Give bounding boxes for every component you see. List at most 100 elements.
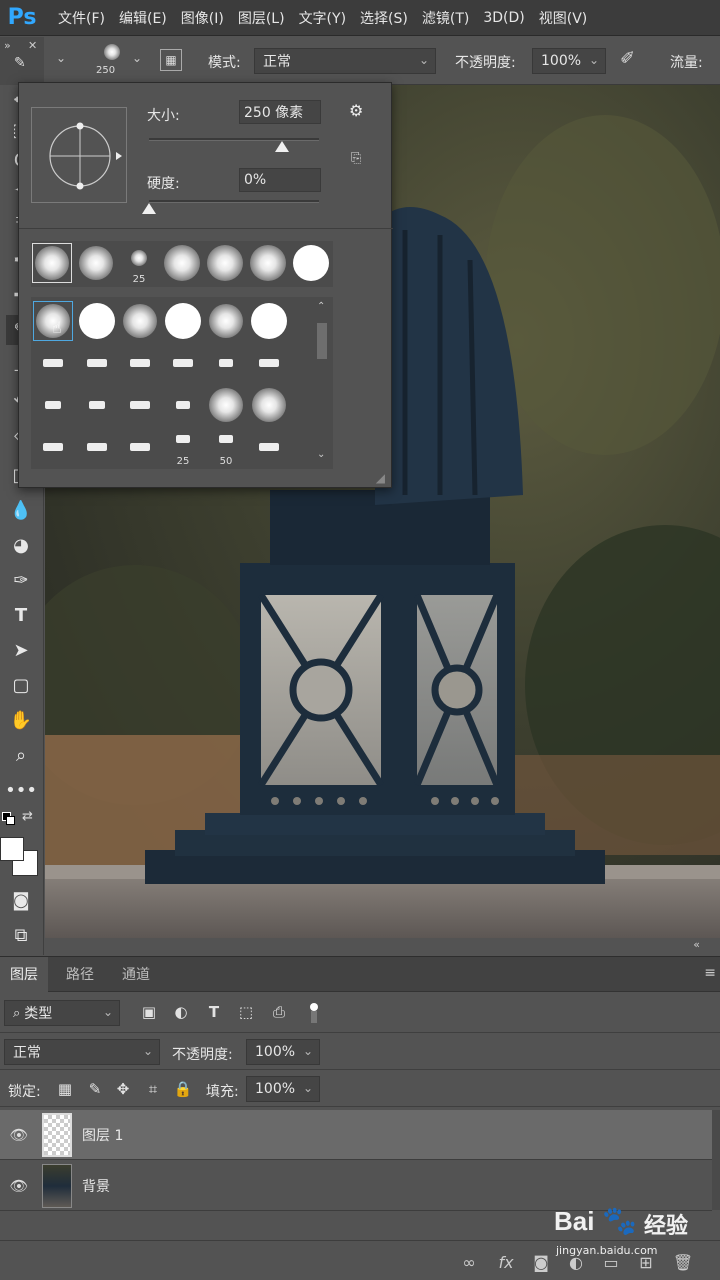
size-slider-thumb[interactable] xyxy=(274,141,289,152)
menu-3d[interactable]: 3D(D) xyxy=(483,10,524,26)
swap-colors-icon[interactable]: ⇄ xyxy=(22,809,33,824)
new-preset-icon[interactable]: ⎘ xyxy=(351,151,361,166)
type-tool-icon[interactable]: T xyxy=(6,600,36,630)
canvas-scrollbar[interactable]: « xyxy=(45,938,720,956)
menu-filter[interactable]: 滤镜(T) xyxy=(422,8,469,28)
brush-special-8[interactable] xyxy=(77,385,117,425)
path-select-tool-icon[interactable]: ➤ xyxy=(6,635,36,665)
blur-tool-icon[interactable]: 💧 xyxy=(6,495,36,525)
hardness-field[interactable]: 0% xyxy=(239,168,321,192)
mode-select[interactable]: 正常 ⌄ xyxy=(254,48,436,74)
screen-mode-icon[interactable]: ⧉ xyxy=(6,920,36,950)
quick-mask-icon[interactable]: ◙ xyxy=(6,885,36,915)
recent-brush-1[interactable] xyxy=(32,243,72,283)
filter-toggle[interactable] xyxy=(308,1003,320,1025)
brush-preset-picker[interactable]: 250 xyxy=(92,41,132,81)
layer-row-layer1[interactable]: 👁 图层 1 xyxy=(0,1110,712,1160)
dodge-tool-icon[interactable]: ◕ xyxy=(6,530,36,560)
brush-special-5[interactable] xyxy=(206,343,246,383)
menu-select[interactable]: 选择(S) xyxy=(360,8,408,28)
recent-brush-7[interactable] xyxy=(291,243,331,283)
pixel-filter-icon[interactable]: ▣ xyxy=(138,1001,160,1023)
brush-soft-round-4[interactable] xyxy=(206,385,246,425)
foreground-color-swatch[interactable] xyxy=(0,837,24,861)
fx-icon[interactable]: fx xyxy=(495,1251,517,1273)
brush-preset-chevron-icon[interactable]: ⌄ xyxy=(132,51,142,65)
scroll-up-icon[interactable]: ⌃ xyxy=(317,301,325,312)
collapse-arrows-icon[interactable]: » xyxy=(4,39,11,52)
menu-layer[interactable]: 图层(L) xyxy=(238,8,285,28)
add-mask-icon[interactable]: ◙ xyxy=(530,1251,552,1273)
recent-brush-6[interactable] xyxy=(248,243,288,283)
recent-brush-5[interactable] xyxy=(205,243,245,283)
brush-hard-round-1[interactable] xyxy=(77,301,117,341)
layer-name[interactable]: 图层 1 xyxy=(82,1125,123,1145)
hardness-slider-thumb[interactable] xyxy=(142,203,156,214)
collapse-panels-icon[interactable]: « xyxy=(693,938,700,951)
scroll-thumb[interactable] xyxy=(317,323,327,359)
link-layers-icon[interactable]: ∞ xyxy=(458,1251,480,1273)
tab-layers[interactable]: 图层 xyxy=(0,957,48,993)
adjustment-filter-icon[interactable]: ◐ xyxy=(170,1001,192,1023)
close-icon[interactable]: ✕ xyxy=(28,39,37,52)
brush-special-1[interactable] xyxy=(33,343,73,383)
default-colors-icon[interactable] xyxy=(2,812,16,826)
brush-special-11[interactable] xyxy=(33,427,73,467)
blend-mode-select[interactable]: 正常 ⌄ xyxy=(4,1039,160,1065)
menu-file[interactable]: 文件(F) xyxy=(58,8,105,28)
brush-hard-round-2[interactable] xyxy=(163,301,203,341)
layer-name[interactable]: 背景 xyxy=(82,1176,110,1196)
brush-tip-preview[interactable] xyxy=(31,107,127,203)
brush-special-16[interactable] xyxy=(249,427,289,467)
hand-tool-icon[interactable]: ✋ xyxy=(6,705,36,735)
smart-object-filter-icon[interactable]: ⎙ xyxy=(268,1001,290,1023)
brush-soft-round-selected[interactable]: ☝ xyxy=(33,301,73,341)
pressure-opacity-icon[interactable]: ✐ xyxy=(620,48,635,69)
recent-brush-3[interactable]: 25 xyxy=(119,243,159,285)
eye-icon[interactable]: 👁 xyxy=(9,1125,29,1145)
options-collapse[interactable]: » ✕ ✎ xyxy=(0,37,44,85)
brush-special-3[interactable] xyxy=(120,343,160,383)
panel-menu-icon[interactable]: ≡ xyxy=(704,965,716,981)
brush-special-2[interactable] xyxy=(77,343,117,383)
brush-angle-dial-icon[interactable] xyxy=(32,108,128,204)
shape-tool-icon[interactable]: ▢ xyxy=(6,670,36,700)
layers-scrollbar[interactable] xyxy=(712,1110,720,1210)
brush-soft-round-3[interactable] xyxy=(206,301,246,341)
recent-brush-2[interactable] xyxy=(76,243,116,283)
eye-icon[interactable]: 👁 xyxy=(9,1176,29,1196)
opacity-field[interactable]: 100% ⌄ xyxy=(532,48,606,74)
pen-tool-icon[interactable]: ✑ xyxy=(6,565,36,595)
lock-transparency-icon[interactable]: ▦ xyxy=(54,1078,76,1100)
resize-grip-icon[interactable]: ◢ xyxy=(376,471,385,485)
filter-kind-select[interactable]: ⌕ 类型 ⌄ xyxy=(4,1000,120,1026)
brush-special-4[interactable] xyxy=(163,343,203,383)
brush-grid-scrollbar[interactable]: ⌃ ⌄ xyxy=(315,301,329,465)
size-field[interactable]: 250 像素 xyxy=(239,100,321,124)
menu-view[interactable]: 视图(V) xyxy=(539,8,588,28)
shape-filter-icon[interactable]: ⬚ xyxy=(235,1001,257,1023)
brush-hard-round-3[interactable] xyxy=(249,301,289,341)
gear-icon[interactable]: ⚙ xyxy=(349,101,363,120)
scroll-down-icon[interactable]: ⌄ xyxy=(317,449,325,460)
brush-special-14[interactable]: 25 xyxy=(163,425,203,467)
menu-edit[interactable]: 编辑(E) xyxy=(119,8,167,28)
brush-special-13[interactable] xyxy=(120,427,160,467)
zoom-tool-icon[interactable]: ⌕ xyxy=(6,740,36,770)
fill-field[interactable]: 100% ⌄ xyxy=(246,1076,320,1102)
menu-image[interactable]: 图像(I) xyxy=(181,8,224,28)
tab-channels[interactable]: 通道 xyxy=(112,957,160,993)
brush-soft-round-2[interactable] xyxy=(120,301,160,341)
tab-paths[interactable]: 路径 xyxy=(56,957,104,993)
brush-panel-toggle-icon[interactable]: ▦ xyxy=(160,49,182,71)
brush-special-7[interactable] xyxy=(33,385,73,425)
lock-artboard-icon[interactable]: ⌗ xyxy=(142,1078,164,1100)
brush-special-12[interactable] xyxy=(77,427,117,467)
tool-preset-chevron-icon[interactable]: ⌄ xyxy=(56,51,66,65)
layer-opacity-field[interactable]: 100% ⌄ xyxy=(246,1039,320,1065)
brush-special-15[interactable]: 50 xyxy=(206,425,246,467)
lock-position-icon[interactable]: ✥ xyxy=(112,1078,134,1100)
brush-soft-round-5[interactable] xyxy=(249,385,289,425)
size-slider-track[interactable] xyxy=(149,138,319,141)
brush-special-6[interactable] xyxy=(249,343,289,383)
